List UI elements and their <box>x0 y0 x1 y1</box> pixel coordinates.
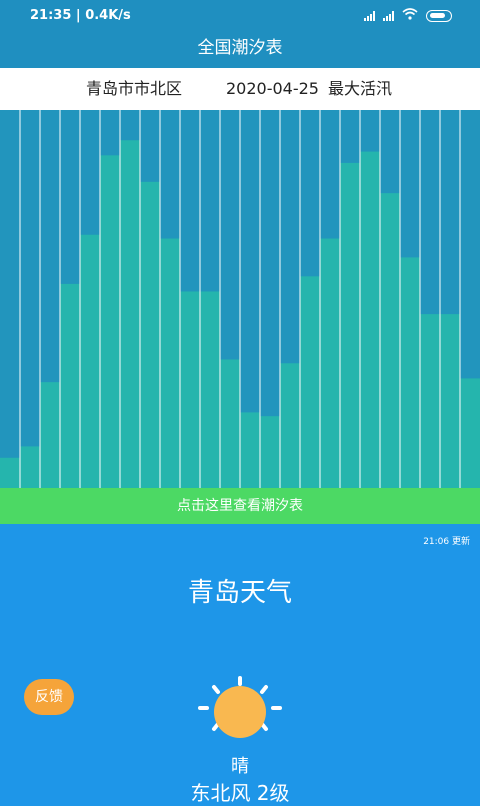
status-icons <box>364 8 452 24</box>
tide-chart-svg <box>0 110 480 488</box>
tide-bar <box>0 457 20 488</box>
tide-bar <box>440 314 460 488</box>
tide-bar <box>60 283 80 488</box>
battery-icon <box>426 10 452 22</box>
tide-bar <box>220 359 240 488</box>
date-label: 2020-04-25 <box>226 79 319 98</box>
tide-bar <box>340 162 360 488</box>
wind-info: 东北风 2级 <box>190 781 290 805</box>
tide-bar <box>300 276 320 488</box>
feedback-button[interactable]: 反馈 <box>24 679 74 715</box>
app-title: 全国潮汐表 <box>197 38 283 58</box>
sun-icon <box>198 676 282 738</box>
feedback-label: 反馈 <box>35 689 63 705</box>
weather-city-title: 青岛天气 <box>187 578 292 608</box>
signal-hd-icon <box>383 11 394 21</box>
tide-bar <box>200 291 220 488</box>
location-label: 青岛市市北区 <box>86 79 183 98</box>
tide-type-label: 最大活汛 <box>328 79 393 98</box>
status-separator: | <box>75 8 86 23</box>
weather-condition: 晴 <box>231 756 249 777</box>
tide-bar <box>400 257 420 488</box>
view-tide-table-label: 点击这里查看潮汐表 <box>177 498 303 514</box>
tide-bar <box>380 193 400 488</box>
tide-bar <box>260 416 280 488</box>
signal-icon <box>364 11 375 21</box>
tide-bar <box>160 238 180 488</box>
update-time: 21:06 更新 <box>423 537 470 547</box>
tide-bar <box>180 291 200 488</box>
tide-bar <box>80 234 100 488</box>
tide-bar <box>20 446 40 488</box>
network-speed: 0.4K/s <box>85 8 131 23</box>
tide-info-bar: 青岛市市北区 2020-04-25 最大活汛 <box>0 68 480 110</box>
tide-bar <box>280 363 300 488</box>
app-title-bar: 全国潮汐表 <box>0 30 480 68</box>
tide-bar <box>240 412 260 488</box>
tide-bar <box>120 140 140 488</box>
tide-bar <box>320 238 340 488</box>
tide-bar <box>100 155 120 488</box>
wifi-icon <box>402 8 418 24</box>
status-bar: 21:35 | 0.4K/s <box>0 0 480 30</box>
tide-chart <box>0 110 480 488</box>
status-time: 21:35 <box>30 8 72 23</box>
tide-bar <box>140 181 160 488</box>
status-left: 21:35 | 0.4K/s <box>30 8 131 23</box>
tide-bar <box>460 378 480 488</box>
tide-bar <box>40 382 60 488</box>
view-tide-table-button[interactable]: 点击这里查看潮汐表 <box>0 488 480 524</box>
tide-bar <box>360 151 380 488</box>
weather-panel: 21:06 更新 青岛天气 反馈 晴 东北风 2级 <box>0 524 480 805</box>
tide-bar <box>420 314 440 488</box>
